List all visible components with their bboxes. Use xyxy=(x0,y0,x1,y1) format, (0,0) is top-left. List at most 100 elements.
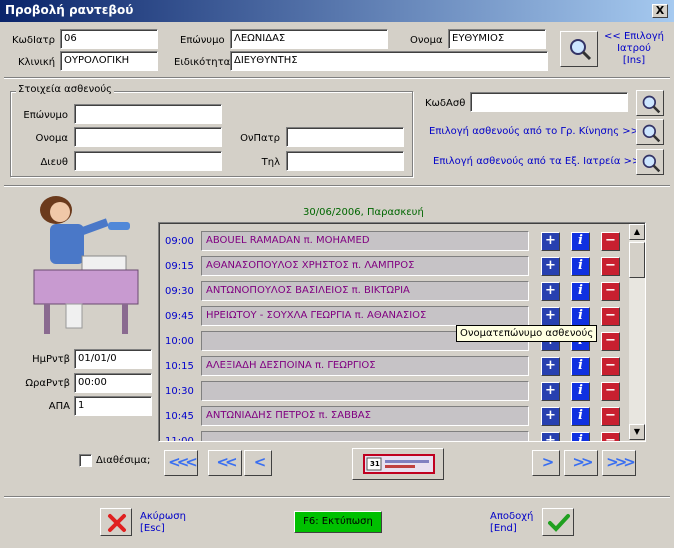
patient-address-field[interactable] xyxy=(74,151,222,171)
search-ex-iatreia-button[interactable] xyxy=(636,149,664,175)
table-row[interactable]: 10:15 ΑΛΕΞΙΑΔΗ ΔΕΣΠΟΙΝΑ π. ΓΕΩΡΓΙΟΣ + i − xyxy=(159,356,627,378)
father-name-label: ΟνΠατρ xyxy=(240,133,280,144)
slot-patient[interactable]: ΑΘΑΝΑΣΟΠΟΥΛΟΣ ΧΡΗΣΤΟΣ π. ΛΑΜΠΡΟΣ xyxy=(201,256,529,276)
apa-field[interactable]: 1 xyxy=(74,396,152,416)
choose-doctor-line3: [Ins] xyxy=(622,55,646,66)
divider xyxy=(4,185,670,187)
accept-link[interactable]: Αποδοχή [End] xyxy=(490,511,533,535)
table-row[interactable]: 09:00 ABOUEL RAMADAN π. MOHAMED + i − xyxy=(159,231,627,253)
add-appointment-button[interactable]: + xyxy=(541,432,560,441)
eidikotita-label: Ειδικότητα xyxy=(174,57,231,68)
phone-field[interactable] xyxy=(286,151,404,171)
remove-appointment-button[interactable]: − xyxy=(601,257,620,276)
remove-appointment-button[interactable]: − xyxy=(601,357,620,376)
info-button[interactable]: i xyxy=(571,382,590,401)
doctor-surname-field[interactable]: ΛΕΩΝΙΔΑΣ xyxy=(230,29,388,49)
remove-appointment-button[interactable]: − xyxy=(601,332,620,351)
scroll-up-button[interactable]: ▲ xyxy=(629,224,645,240)
hm-rntv-field[interactable]: 01/01/0 xyxy=(74,349,152,369)
choose-doctor-link[interactable]: << Επιλογή Ιατρού [Ins] xyxy=(604,31,664,67)
vertical-scrollbar[interactable]: ▲ ▼ xyxy=(629,224,645,440)
search-patient-button[interactable] xyxy=(636,90,664,116)
slot-time: 09:00 xyxy=(165,236,194,247)
add-appointment-button[interactable]: + xyxy=(541,282,560,301)
slot-patient[interactable] xyxy=(201,431,529,441)
info-button[interactable]: i xyxy=(571,307,590,326)
nav-next-button[interactable]: > xyxy=(532,450,560,476)
remove-appointment-button[interactable]: − xyxy=(601,432,620,441)
divider xyxy=(4,77,670,79)
table-row[interactable]: 09:15 ΑΘΑΝΑΣΟΠΟΥΛΟΣ ΧΡΗΣΤΟΣ π. ΛΑΜΠΡΟΣ + i − xyxy=(159,256,627,278)
link-ex-iatreia[interactable]: Επιλογή ασθενούς από τα Εξ. Ιατρεία >> xyxy=(433,156,640,167)
add-appointment-button[interactable]: + xyxy=(541,382,560,401)
print-button[interactable]: F6: Εκτύπωση xyxy=(294,511,382,533)
scroll-thumb[interactable] xyxy=(629,242,645,278)
nav-first-button[interactable]: <<< xyxy=(164,450,198,476)
slot-time: 09:15 xyxy=(165,261,194,272)
add-appointment-button[interactable]: + xyxy=(541,357,560,376)
remove-appointment-button[interactable]: − xyxy=(601,382,620,401)
kliniki-label: Κλινική xyxy=(18,57,56,68)
info-button[interactable]: i xyxy=(571,357,590,376)
kod-iatr-label: ΚωδΙατρ xyxy=(12,35,55,46)
hm-rntv-label: ΗμΡντβ xyxy=(32,354,70,365)
remove-appointment-button[interactable]: − xyxy=(601,407,620,426)
table-row[interactable]: 10:45 ΑΝΤΩΝΙΑΔΗΣ ΠΕΤΡΟΣ π. ΣΑΒΒΑΣ + i − xyxy=(159,406,627,428)
date-header: 30/06/2006, Παρασκευή xyxy=(303,207,424,218)
scroll-down-button[interactable]: ▼ xyxy=(629,424,645,440)
info-button[interactable]: i xyxy=(571,232,590,251)
nav-prev-button[interactable]: < xyxy=(244,450,272,476)
close-button[interactable]: X xyxy=(652,4,668,18)
remove-appointment-button[interactable]: − xyxy=(601,282,620,301)
choose-doctor-line2: Ιατρού xyxy=(617,43,651,54)
kodasth-field[interactable] xyxy=(470,92,628,112)
patient-surname-field[interactable] xyxy=(74,104,222,124)
cancel-button[interactable] xyxy=(100,508,132,536)
father-name-field[interactable] xyxy=(286,127,404,147)
info-button[interactable]: i xyxy=(571,432,590,441)
accept-line1: Αποδοχή xyxy=(490,511,534,522)
slot-patient[interactable]: ABOUEL RAMADAN π. MOHAMED xyxy=(201,231,529,251)
cancel-link[interactable]: Ακύρωση [Esc] xyxy=(140,511,186,535)
info-button[interactable]: i xyxy=(571,407,590,426)
cancel-line2: [Esc] xyxy=(140,523,165,534)
slot-patient[interactable]: ΑΝΤΩΝΟΠΟΥΛΟΣ ΒΑΣΙΛΕΙΟΣ π. ΒΙΚΤΩΡΙΑ xyxy=(201,281,529,301)
checkmark-icon xyxy=(548,513,570,536)
add-appointment-button[interactable]: + xyxy=(541,232,560,251)
accept-button[interactable] xyxy=(542,508,574,536)
table-row[interactable]: 10:30 + i − xyxy=(159,381,627,403)
magnifier-icon xyxy=(641,94,661,117)
search-doctor-button[interactable] xyxy=(560,31,598,67)
eidikotita-field[interactable]: ΔΙΕΥΘΥΝΤΗΣ xyxy=(230,51,548,71)
add-appointment-button[interactable]: + xyxy=(541,257,560,276)
choose-doctor-line1: << Επιλογή xyxy=(604,31,664,42)
nav-next-page-button[interactable]: >> xyxy=(564,450,598,476)
nav-last-button[interactable]: >>> xyxy=(602,450,636,476)
slot-patient[interactable] xyxy=(201,381,529,401)
slot-time: 11:00 xyxy=(165,436,194,442)
link-gr-kinisis[interactable]: Επιλογή ασθενούς από το Γρ. Κίνησης >> xyxy=(429,126,639,137)
search-gr-kinisis-button[interactable] xyxy=(636,119,664,145)
patient-name-field[interactable] xyxy=(74,127,222,147)
ora-rntv-label: ΩραΡντβ xyxy=(25,378,70,389)
remove-appointment-button[interactable]: − xyxy=(601,307,620,326)
slot-patient[interactable]: ΑΛΕΞΙΑΔΗ ΔΕΣΠΟΙΝΑ π. ΓΕΩΡΓΙΟΣ xyxy=(201,356,529,376)
available-checkbox[interactable] xyxy=(79,454,92,467)
slot-patient[interactable]: ΗΡΕΙΩΤΟΥ - ΣΟΥΧΛΑ ΓΕΩΡΓΙΑ π. ΑΘΑΝΑΣΙΟΣ xyxy=(201,306,529,326)
add-appointment-button[interactable]: + xyxy=(541,407,560,426)
kod-iatr-field[interactable]: 06 xyxy=(60,29,158,49)
close-icon xyxy=(107,513,127,536)
info-button[interactable]: i xyxy=(571,282,590,301)
ora-rntv-field[interactable]: 00:00 xyxy=(74,373,152,393)
calendar-button[interactable]: 31 xyxy=(352,448,444,480)
remove-appointment-button[interactable]: − xyxy=(601,232,620,251)
info-button[interactable]: i xyxy=(571,257,590,276)
slot-patient[interactable]: ΑΝΤΩΝΙΑΔΗΣ ΠΕΤΡΟΣ π. ΣΑΒΒΑΣ xyxy=(201,406,529,426)
add-appointment-button[interactable]: + xyxy=(541,307,560,326)
accept-line2: [End] xyxy=(490,523,517,534)
kliniki-field[interactable]: ΟΥΡΟΛΟΓΙΚΗ xyxy=(60,51,158,71)
table-row[interactable]: 09:30 ΑΝΤΩΝΟΠΟΥΛΟΣ ΒΑΣΙΛΕΙΟΣ π. ΒΙΚΤΩΡΙΑ +… xyxy=(159,281,627,303)
doctor-name-field[interactable]: ΕΥΘΥΜΙΟΣ xyxy=(448,29,546,49)
nav-prev-page-button[interactable]: << xyxy=(208,450,242,476)
table-row[interactable]: 11:00 + i − xyxy=(159,431,627,442)
